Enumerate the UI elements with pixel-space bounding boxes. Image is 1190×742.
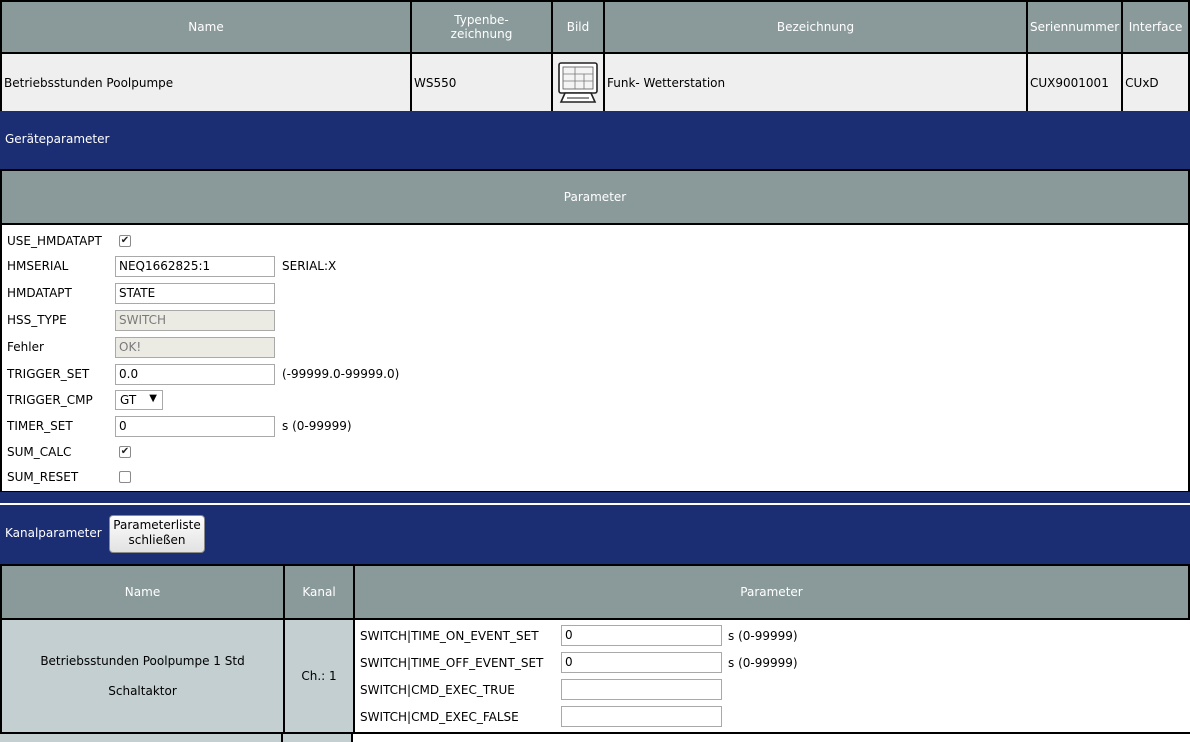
time-off-event-set-hint: s (0-99999) — [728, 656, 798, 670]
col-header-type-line1: Typenbe- — [454, 13, 509, 27]
cmd-exec-false-input[interactable] — [561, 706, 722, 727]
fehler-input: OK! — [115, 337, 275, 358]
col-header-interface: Interface — [1121, 0, 1190, 54]
trigger-set-hint: (-99999.0-99999.0) — [282, 367, 400, 381]
param-label: HSS_TYPE — [7, 313, 67, 327]
sum-calc-checkbox[interactable]: ✔ — [119, 446, 131, 458]
channel-table-header: Name Kanal Parameter — [0, 564, 1190, 620]
trigger-set-input[interactable]: 0.0 — [115, 364, 275, 385]
param-label: TRIGGER_SET — [7, 367, 90, 381]
channel-param-label: SWITCH|TIME_OFF_EVENT_SET — [360, 656, 544, 670]
close-button-line2: schließen — [128, 533, 186, 547]
col-header-name: Name — [0, 0, 412, 54]
next-row-channel-cell — [283, 732, 353, 742]
channel-number: Ch.: 1 — [283, 618, 355, 734]
device-params-title: Geräteparameter — [5, 132, 110, 146]
time-off-event-set-input[interactable]: 0 — [561, 652, 722, 673]
weather-station-icon — [557, 60, 599, 106]
device-serial: CUX9001001 — [1025, 52, 1124, 113]
channel-table: Name Kanal Parameter Betriebsstunden Poo… — [0, 564, 1190, 734]
device-interface: CUxD — [1121, 52, 1190, 113]
device-description: Funk- Wetterstation — [603, 52, 1028, 113]
col-header-type-line2: zeichnung — [450, 27, 513, 41]
timer-set-input[interactable]: 0 — [115, 416, 275, 437]
hss-type-input: SWITCH — [115, 310, 275, 331]
device-params-panel: Parameter USE_HMDATAPT ✔ HMSERIAL NEQ166… — [0, 169, 1190, 493]
device-name: Betriebsstunden Poolpumpe — [0, 52, 412, 113]
section-separator — [0, 492, 1190, 503]
time-on-event-set-input[interactable]: 0 — [561, 625, 722, 646]
hmserial-input[interactable]: NEQ1662825:1 — [115, 256, 275, 277]
next-row-name-cell — [0, 732, 283, 742]
param-label: HMSERIAL — [7, 259, 69, 273]
next-channel-row-partial — [0, 732, 1190, 742]
channel-params-cell: SWITCH|TIME_ON_EVENT_SET 0 s (0-99999) S… — [353, 618, 1189, 734]
col-header-type: Typenbe-zeichnung — [410, 0, 553, 54]
channel-param-label: SWITCH|CMD_EXEC_FALSE — [360, 710, 519, 724]
channel-param-label: SWITCH|TIME_ON_EVENT_SET — [360, 629, 539, 643]
device-table: Name Typenbe-zeichnung Bild Bezeichnung … — [0, 0, 1190, 113]
param-label: TIMER_SET — [7, 419, 73, 433]
time-on-event-set-hint: s (0-99999) — [728, 629, 798, 643]
channel-name: Betriebsstunden Poolpumpe 1 Std — [40, 654, 245, 668]
channel-col-kanal: Kanal — [283, 564, 355, 620]
next-row-params-cell — [353, 732, 1190, 742]
hmdatapt-input[interactable]: STATE — [115, 283, 275, 304]
sum-reset-checkbox[interactable] — [119, 471, 131, 483]
param-label: Fehler — [7, 340, 44, 354]
hmserial-hint: SERIAL:X — [282, 259, 337, 273]
close-parameter-list-button[interactable]: Parameterliste schließen — [109, 515, 205, 553]
use-hmdatapt-checkbox[interactable]: ✔ — [119, 235, 131, 247]
col-header-serial: Seriennummer — [1025, 0, 1124, 54]
channel-col-name: Name — [0, 564, 285, 620]
device-type: WS550 — [410, 52, 553, 113]
channel-row: Betriebsstunden Poolpumpe 1 Std Schaltak… — [0, 618, 1189, 734]
device-row[interactable]: Betriebsstunden Poolpumpe WS550 Funk- We… — [0, 52, 1190, 113]
col-header-description: Bezeichnung — [603, 0, 1028, 54]
param-label: SUM_RESET — [7, 470, 79, 484]
timer-set-hint: s (0-99999) — [282, 419, 352, 433]
dropdown-arrow-icon: ▼ — [149, 393, 157, 404]
channel-param-label: SWITCH|CMD_EXEC_TRUE — [360, 683, 515, 697]
param-label: TRIGGER_CMP — [7, 393, 93, 407]
trigger-cmp-value: GT — [120, 393, 137, 407]
device-params-header: Parameter — [2, 171, 1188, 225]
param-label: USE_HMDATAPT — [7, 234, 102, 248]
channel-params-band: Kanalparameter Parameterliste schließen — [0, 505, 1190, 564]
cmd-exec-true-input[interactable] — [561, 679, 722, 700]
channel-name-cell: Betriebsstunden Poolpumpe 1 Std Schaltak… — [0, 618, 285, 734]
device-table-header: Name Typenbe-zeichnung Bild Bezeichnung … — [0, 0, 1190, 54]
param-label: HMDATAPT — [7, 286, 72, 300]
channel-col-parameter: Parameter — [353, 564, 1190, 620]
close-button-line1: Parameterliste — [113, 518, 201, 532]
channel-params-title: Kanalparameter — [5, 526, 102, 540]
col-header-picture: Bild — [551, 0, 605, 54]
channel-type: Schaltaktor — [108, 684, 177, 698]
device-picture-cell — [551, 52, 605, 113]
device-params-band: Geräteparameter — [0, 111, 1190, 169]
trigger-cmp-select[interactable]: GT ▼ — [115, 390, 163, 410]
param-label: SUM_CALC — [7, 445, 72, 459]
